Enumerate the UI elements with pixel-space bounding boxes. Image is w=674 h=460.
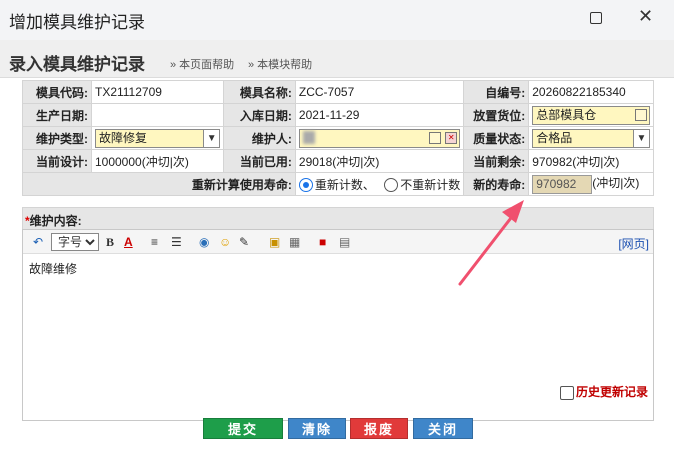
recalc-options: 重新计数、 不重新计数 — [294, 172, 465, 196]
location-cell: 总部模具仓 — [528, 103, 654, 127]
remain-value: 970982(冲切|次) — [528, 149, 654, 173]
maintainer-field[interactable]: ✕ — [298, 128, 461, 148]
produce-date-label: 生产日期: — [22, 103, 92, 127]
picker-icon[interactable] — [429, 131, 442, 144]
history-toggle[interactable]: 历史更新记录 — [560, 383, 648, 400]
chevron-down-icon[interactable]: ▼ — [203, 129, 220, 147]
web-view-link[interactable]: [网页] — [618, 235, 649, 252]
content-label: 维护内容: — [29, 214, 82, 228]
maximize-icon[interactable] — [590, 12, 602, 24]
location-value: 总部模具仓 — [536, 107, 597, 122]
stock-date-label: 入库日期: — [223, 103, 296, 127]
stock-date-value: 2021-11-29 — [294, 103, 465, 127]
clear-icon[interactable]: ✕ — [445, 131, 458, 144]
maint-type-value: 故障修复 — [98, 130, 147, 145]
form-panel: 录入模具维护记录 » 本页面帮助 » 本模块帮助 模具代码: TX2111270… — [0, 40, 674, 460]
emoji-icon[interactable]: ☺ — [219, 234, 231, 250]
maintainer-label: 维护人: — [223, 126, 296, 150]
new-life-label: 新的寿命: — [463, 172, 530, 196]
maintainer-cell: ✕ — [294, 126, 465, 150]
align-icon[interactable]: ≡ — [151, 234, 158, 250]
mold-name-label: 模具名称: — [223, 80, 296, 104]
serial-value: 20260822185340 — [528, 80, 654, 104]
media-icon[interactable]: ■ — [319, 234, 326, 250]
recalc-yes-label[interactable]: 重新计数、 — [315, 178, 375, 192]
quality-cell: 合格品 ▼ — [528, 126, 654, 150]
maint-type-label: 维护类型: — [22, 126, 92, 150]
close-button[interactable]: 关闭 — [413, 418, 473, 439]
quality-label: 质量状态: — [463, 126, 530, 150]
edit-icon[interactable]: ✎ — [239, 234, 249, 250]
quality-value: 合格品 — [536, 130, 573, 145]
location-field[interactable]: 总部模具仓 — [532, 105, 650, 125]
recalc-no-radio[interactable] — [384, 178, 399, 193]
editor-body[interactable]: 故障维修 — [23, 254, 653, 283]
produce-date-value — [90, 103, 225, 127]
recalc-label: 重新计算使用寿命: — [22, 172, 296, 196]
list-icon[interactable]: ☰ — [171, 234, 182, 250]
design-label: 当前设计: — [22, 149, 92, 173]
page-title: 录入模具维护记录 — [9, 55, 145, 74]
new-life-unit: (冲切|次) — [592, 176, 640, 191]
window-title: 增加模具维护记录 — [9, 13, 145, 32]
redacted-name — [302, 130, 315, 144]
recalc-no-label[interactable]: 不重新计数 — [400, 178, 460, 192]
used-value: 29018(冲切|次) — [294, 149, 465, 173]
clear-button[interactable]: 清除 — [288, 418, 346, 439]
chevron-down-icon[interactable]: ▼ — [633, 129, 649, 147]
remain-label: 当前剩余: — [463, 149, 530, 173]
maint-type-cell: 故障修复 ▼ — [90, 126, 225, 150]
mold-info-grid: 模具代码: TX21112709 模具名称: ZCC-7057 自编号: 202… — [22, 80, 654, 196]
submit-button[interactable]: 提交 — [203, 418, 283, 439]
picker-icon[interactable] — [635, 108, 647, 121]
used-label: 当前已用: — [223, 149, 296, 173]
location-label: 放置货位: — [463, 103, 530, 127]
content-header: *维护内容: — [22, 207, 654, 229]
mold-code-value: TX21112709 — [90, 80, 225, 104]
serial-label: 自编号: — [463, 80, 530, 104]
new-life-cell: 970982 (冲切|次) — [528, 172, 654, 196]
bold-icon[interactable]: B — [106, 234, 114, 250]
mold-code-label: 模具代码: — [22, 80, 92, 104]
mold-name-value: ZCC-7057 — [294, 80, 465, 104]
module-help-link[interactable]: » 本模块帮助 — [248, 56, 312, 72]
font-color-icon[interactable]: A — [124, 234, 133, 250]
window-titlebar: 增加模具维护记录 ✕ — [0, 0, 674, 38]
font-size-select[interactable]: 字号 — [51, 233, 99, 251]
page-help-link[interactable]: » 本页面帮助 — [170, 56, 234, 72]
history-label[interactable]: 历史更新记录 — [576, 385, 648, 399]
table-icon[interactable]: ▦ — [289, 234, 300, 250]
page-header: 录入模具维护记录 » 本页面帮助 » 本模块帮助 — [0, 40, 674, 78]
undo-icon[interactable]: ↶ — [33, 234, 43, 250]
quality-select[interactable]: 合格品 ▼ — [532, 128, 650, 148]
close-icon[interactable]: ✕ — [638, 6, 653, 27]
editor-toolbar: ↶ 字号 B A ≡ ☰ ◉ ☺ ✎ ▣ ▦ ■ ▤ [网页] — [23, 230, 653, 254]
recalc-yes-radio[interactable] — [298, 178, 313, 193]
design-value: 1000000(冲切|次) — [90, 149, 225, 173]
history-checkbox[interactable] — [560, 385, 574, 400]
image-icon[interactable]: ▣ — [269, 234, 280, 250]
maint-type-select[interactable]: 故障修复 ▼ — [94, 128, 221, 148]
new-life-input[interactable]: 970982 — [532, 174, 593, 194]
film-icon[interactable]: ▤ — [339, 234, 350, 250]
globe-icon[interactable]: ◉ — [199, 234, 209, 250]
scrap-button[interactable]: 报废 — [350, 418, 408, 439]
